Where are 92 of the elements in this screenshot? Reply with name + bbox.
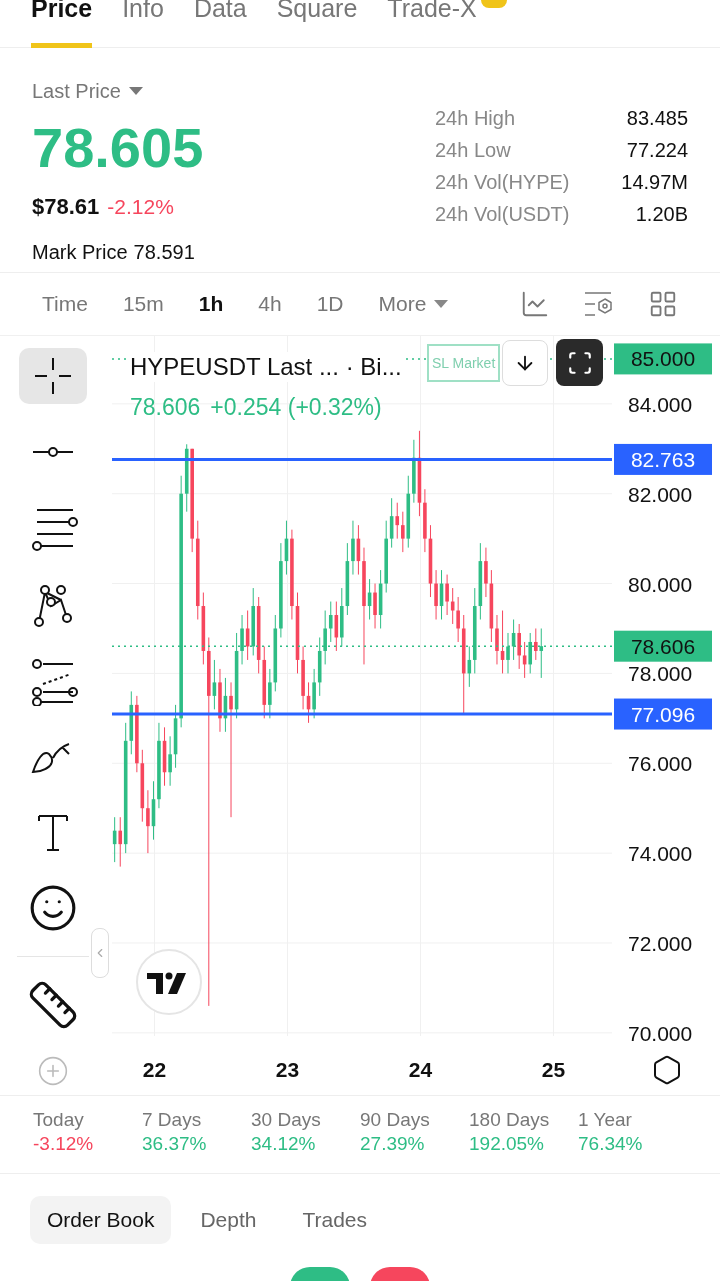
x-axis-label: 22 xyxy=(142,1058,167,1081)
stat-label: 24h High xyxy=(435,106,516,130)
x-axis-label: 25 xyxy=(541,1058,566,1081)
y-axis-label: 74.000 xyxy=(628,842,693,866)
period-label: 90 Days xyxy=(360,1108,431,1132)
period-change: -3.12% xyxy=(33,1132,95,1156)
chart-settings-icon[interactable] xyxy=(584,291,614,317)
period-change: 192.05% xyxy=(469,1132,545,1156)
candlestick xyxy=(539,627,544,679)
period-label: Today xyxy=(33,1108,85,1132)
stat-value: 14.97M xyxy=(621,170,688,194)
interval-tab[interactable]: 1h xyxy=(198,288,224,320)
y-axis-label: 72.000 xyxy=(628,932,693,955)
period-change: 36.37% xyxy=(142,1132,208,1156)
candlestick xyxy=(373,583,377,629)
legend-price: 78.606 xyxy=(130,393,201,422)
interval-tab[interactable]: Time xyxy=(42,288,88,320)
bottom-tab[interactable]: Order Book xyxy=(30,1196,172,1244)
y-axis-label: 70.000 xyxy=(628,1021,693,1045)
candlestick xyxy=(268,668,272,719)
candlestick xyxy=(207,636,211,1007)
horizontal-line-icon xyxy=(30,446,75,458)
top-tab[interactable]: Data xyxy=(193,0,247,48)
price-tag: 78.606 xyxy=(614,630,712,662)
y-axis-label: 80.000 xyxy=(628,572,693,596)
candlestick xyxy=(534,627,538,661)
candlestick xyxy=(517,623,521,670)
period-label: 180 Days xyxy=(469,1108,551,1132)
mark-price-value: 78.591 xyxy=(133,240,195,265)
price-type-dropdown[interactable]: Last Price xyxy=(32,76,143,106)
y-axis-label: 84.000 xyxy=(628,392,693,416)
caret-icon xyxy=(128,87,143,95)
interval-tab[interactable]: 15m xyxy=(122,288,164,320)
period-label: 1 Year xyxy=(578,1108,633,1132)
price-tag: 77.096 xyxy=(614,698,712,730)
interval-tab[interactable]: 4h xyxy=(258,288,282,320)
price-change: -2.12% xyxy=(107,194,174,220)
y-axis-label: 76.000 xyxy=(628,752,693,776)
price-tag: 82.763 xyxy=(614,443,712,475)
y-axis-label: 78.000 xyxy=(628,662,693,686)
chart-title: HYPEUSDT Last ... · Bi... xyxy=(130,352,402,382)
candlestick xyxy=(495,614,499,665)
usd-price: $78.61 xyxy=(32,193,100,221)
candlestick xyxy=(146,789,150,854)
indicator-icon[interactable] xyxy=(520,289,550,319)
candlestick xyxy=(434,569,438,620)
mark-price-label: Mark Price xyxy=(32,240,128,265)
collapse-handle[interactable] xyxy=(91,928,109,978)
candlestick xyxy=(323,610,327,665)
candlestick xyxy=(395,502,400,540)
fullscreen-icon xyxy=(566,349,593,376)
bottom-tab[interactable]: Trades xyxy=(285,1196,385,1244)
candlestick xyxy=(168,735,172,787)
stat-label: 24h Low xyxy=(435,138,511,162)
fullscreen-button[interactable] xyxy=(556,339,603,386)
layout-grid-icon[interactable] xyxy=(648,289,678,319)
period-label: 30 Days xyxy=(251,1108,322,1132)
candlestick xyxy=(484,547,488,598)
interval-tab[interactable]: 1D xyxy=(316,288,344,320)
period-label: 7 Days xyxy=(142,1108,203,1132)
last-price: 78.605 xyxy=(32,116,204,180)
settings-icon[interactable] xyxy=(651,1054,683,1086)
period-change: 27.39% xyxy=(360,1132,426,1156)
period-change: 34.12% xyxy=(251,1132,317,1156)
candlestick xyxy=(328,601,333,643)
candlestick xyxy=(456,596,460,643)
candlestick xyxy=(240,614,244,665)
bottom-tab[interactable]: Depth xyxy=(183,1196,274,1244)
stat-label: 24h Vol(HYPE) xyxy=(435,170,570,194)
reference-line[interactable] xyxy=(112,457,612,461)
stat-value: 1.20B xyxy=(635,202,688,226)
add-icon xyxy=(36,1055,69,1087)
legend-change: +0.254 (+0.32%) xyxy=(210,393,382,422)
candlestick xyxy=(118,816,123,868)
top-tab[interactable]: Square xyxy=(276,0,358,48)
candlestick xyxy=(229,681,233,818)
stat-value: 83.485 xyxy=(626,106,688,130)
x-axis-label: 23 xyxy=(275,1058,300,1081)
candlestick xyxy=(351,520,355,576)
stat-label: 24h Vol(USDT) xyxy=(435,202,570,226)
drawing-tool[interactable] xyxy=(18,348,87,404)
price-tag: 85.000 xyxy=(614,343,712,375)
scroll-down-button[interactable] xyxy=(502,340,548,386)
y-axis-label: 82.000 xyxy=(628,482,693,506)
candlestick xyxy=(401,511,405,553)
candlestick xyxy=(506,632,510,674)
candlestick xyxy=(445,574,449,616)
stat-value: 77.224 xyxy=(626,138,688,162)
interval-tab[interactable]: More xyxy=(378,288,449,320)
period-change: 76.34% xyxy=(578,1132,644,1156)
candlestick xyxy=(528,632,533,674)
x-axis-label: 24 xyxy=(408,1058,433,1081)
